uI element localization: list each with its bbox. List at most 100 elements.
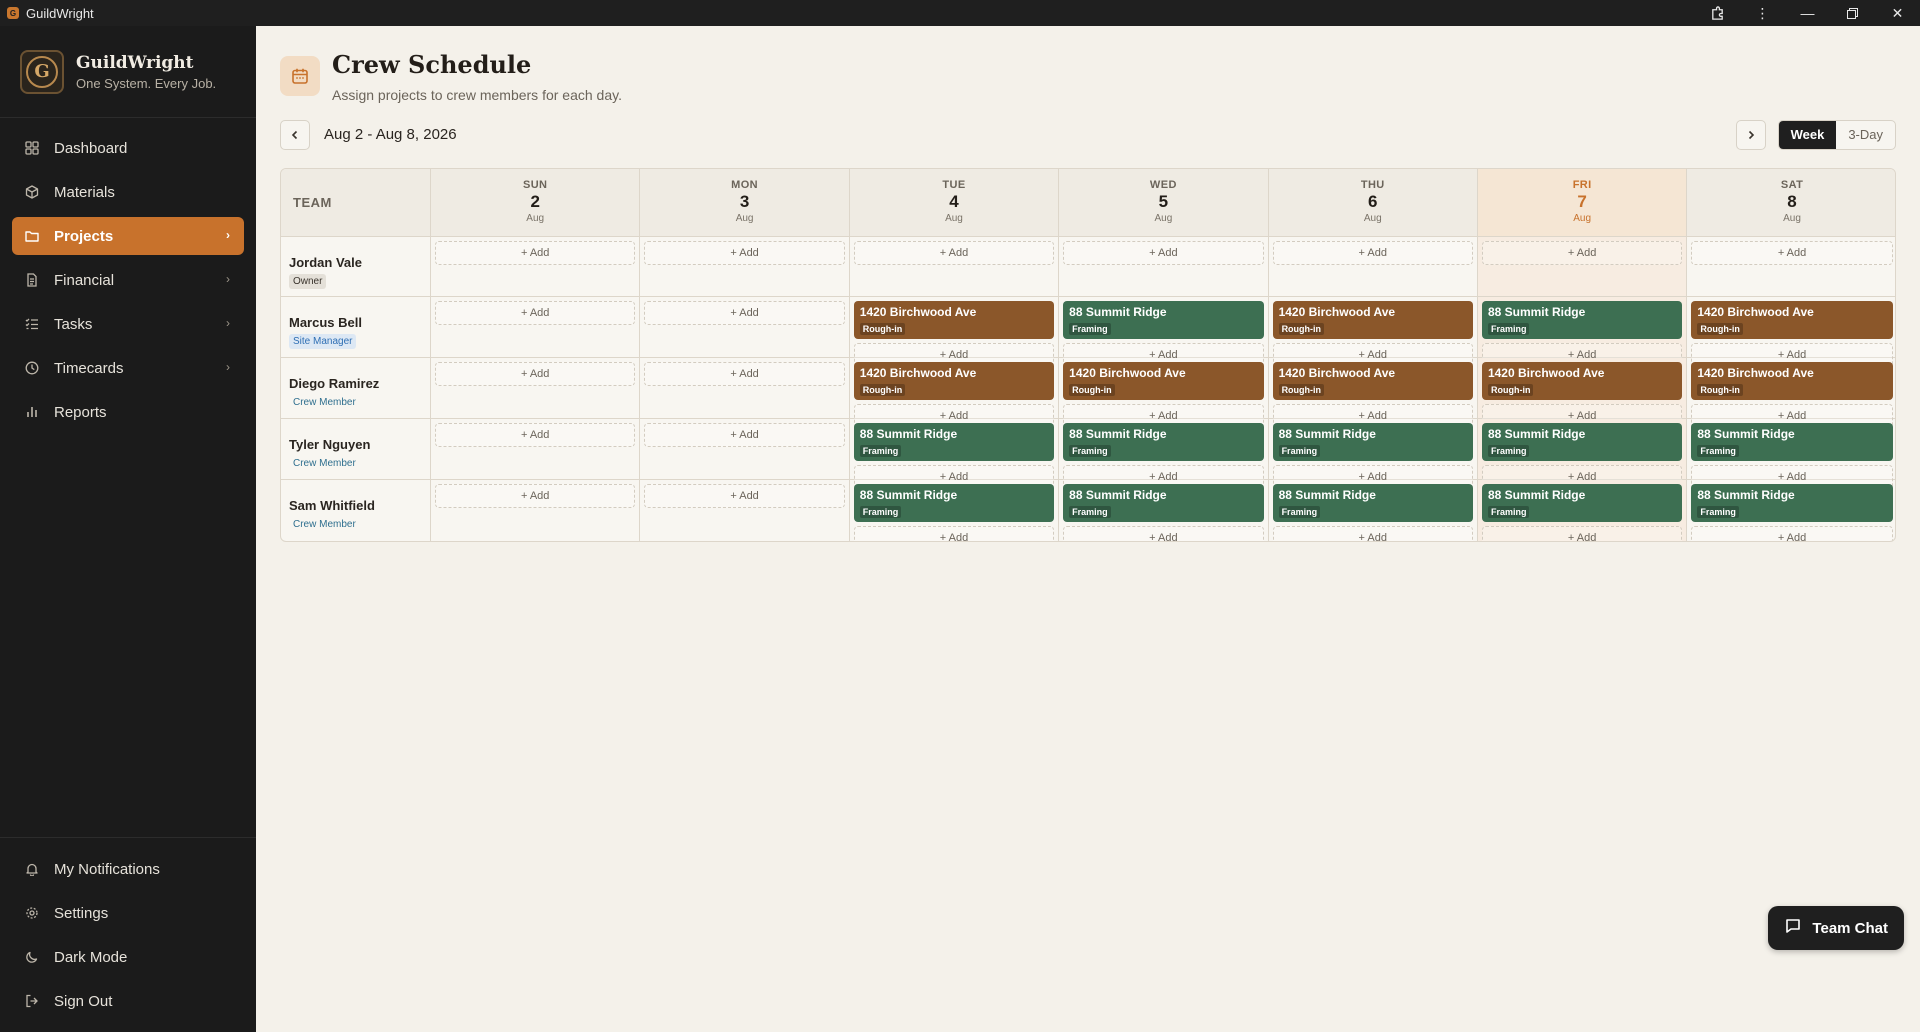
schedule-cell: 1420 Birchwood Ave Rough-in + Add	[850, 358, 1060, 428]
assignment-phase: Framing	[1069, 445, 1111, 457]
sidebar-item-dark-mode[interactable]: Dark Mode	[12, 938, 244, 976]
add-assignment-button[interactable]: + Add	[435, 423, 636, 447]
sidebar-item-label: Reports	[54, 403, 107, 421]
sidebar-item-dashboard[interactable]: Dashboard	[12, 129, 244, 167]
day-header-wed: WED 5 Aug	[1059, 169, 1269, 236]
assignment-card[interactable]: 88 Summit Ridge Framing	[1272, 484, 1473, 522]
assignment-phase: Framing	[859, 506, 902, 518]
add-assignment-button[interactable]: + Add	[644, 362, 845, 386]
add-assignment-button[interactable]: + Add	[435, 362, 636, 386]
day-of-week: SUN	[522, 179, 548, 191]
assignment-card[interactable]: 1420 Birchwood Ave Rough-in	[1481, 362, 1683, 400]
add-assignment-button[interactable]: + Add	[1063, 526, 1264, 541]
add-assignment-button[interactable]: + Add	[435, 301, 636, 325]
role-badge: Crew Member	[293, 397, 356, 408]
add-assignment-button[interactable]: + Add	[1481, 526, 1683, 541]
three-day-view-button[interactable]: 3-Day	[1836, 121, 1895, 149]
assignment-card[interactable]: 88 Summit Ridge Framing	[1063, 484, 1264, 522]
add-assignment-button[interactable]: + Add	[435, 241, 636, 265]
brand-tagline: One System. Every Job.	[76, 75, 217, 91]
assignment-project: 88 Summit Ridge	[1069, 488, 1167, 502]
add-assignment-button[interactable]: + Add	[1691, 241, 1893, 265]
gear-icon	[24, 905, 40, 921]
week-view-button[interactable]: Week	[1778, 121, 1837, 149]
assignment-project: 88 Summit Ridge	[1697, 427, 1795, 441]
sidebar-item-my-notifications[interactable]: My Notifications	[12, 850, 244, 888]
sidebar-item-financial[interactable]: Financial ›	[12, 261, 244, 299]
assignment-phase: Rough-in	[1069, 384, 1115, 396]
assignment-project: 88 Summit Ridge	[859, 488, 958, 502]
chevron-right-icon: ›	[226, 228, 230, 242]
role-badge: Crew Member	[293, 519, 356, 530]
schedule-cell: + Add	[1059, 237, 1269, 296]
add-assignment-button[interactable]: + Add	[1272, 241, 1473, 265]
assignment-card[interactable]: 1420 Birchwood Ave Rough-in	[1063, 362, 1264, 400]
add-assignment-button[interactable]: + Add	[644, 301, 845, 325]
assignment-card[interactable]: 88 Summit Ridge Framing	[853, 484, 1055, 522]
sidebar-item-projects[interactable]: Projects ›	[12, 217, 244, 255]
day-number: 8	[1787, 192, 1797, 211]
day-of-week: SAT	[1780, 179, 1804, 191]
assignment-card[interactable]: 88 Summit Ridge Framing	[1691, 484, 1893, 522]
grid-icon	[24, 140, 40, 156]
maximize-button[interactable]	[1830, 0, 1875, 26]
schedule-cell: + Add	[640, 237, 850, 296]
day-of-week: THU	[1360, 179, 1385, 191]
assignment-card[interactable]: 1420 Birchwood Ave Rough-in	[853, 301, 1055, 339]
schedule-cell: 88 Summit Ridge Framing + Add	[1687, 480, 1895, 541]
sidebar-item-reports[interactable]: Reports	[12, 393, 244, 431]
chevron-right-icon: ›	[226, 316, 230, 330]
more-options-icon[interactable]: ⋮	[1740, 0, 1785, 26]
chat-icon	[1784, 917, 1802, 939]
schedule-grid: TEAM SUN 2 Aug MON 3 Aug TUE 4 Aug WED 5 Aug THU 6 Aug…	[280, 168, 1896, 542]
add-assignment-button[interactable]: + Add	[1691, 526, 1893, 541]
day-month: Aug	[1363, 213, 1382, 224]
assignment-card[interactable]: 1420 Birchwood Ave Rough-in	[1272, 362, 1473, 400]
sidebar-item-sign-out[interactable]: Sign Out	[12, 982, 244, 1020]
assignment-card[interactable]: 88 Summit Ridge Framing	[1481, 423, 1683, 461]
assignment-card[interactable]: 88 Summit Ridge Framing	[1691, 423, 1893, 461]
assignment-card[interactable]: 88 Summit Ridge Framing	[1481, 301, 1683, 339]
assignment-phase: Rough-in	[1278, 323, 1325, 335]
member-row: Diego Ramirez Crew Member + Add + Add 1420 B…	[281, 358, 1895, 428]
assignment-phase: Framing	[1697, 506, 1739, 518]
assignment-phase: Framing	[1278, 506, 1321, 518]
day-of-week: FRI	[1572, 179, 1592, 191]
schedule-cell: 1420 Birchwood Ave Rough-in + Add	[1687, 297, 1895, 367]
assignment-card[interactable]: 1420 Birchwood Ave Rough-in	[1691, 301, 1893, 339]
assignment-card[interactable]: 1420 Birchwood Ave Rough-in	[1691, 362, 1893, 400]
add-assignment-button[interactable]: + Add	[435, 484, 636, 508]
next-week-button[interactable]	[1736, 120, 1766, 150]
assignment-card[interactable]: 1420 Birchwood Ave Rough-in	[853, 362, 1055, 400]
clock-icon	[24, 360, 40, 376]
member-cell: Tyler Nguyen Crew Member	[281, 419, 431, 479]
day-month: Aug	[735, 213, 754, 224]
assignment-card[interactable]: 1420 Birchwood Ave Rough-in	[1272, 301, 1473, 339]
team-chat-button[interactable]: Team Chat	[1768, 906, 1904, 950]
assignment-card[interactable]: 88 Summit Ridge Framing	[1063, 423, 1264, 461]
sidebar-item-settings[interactable]: Settings	[12, 894, 244, 932]
add-assignment-button[interactable]: + Add	[1272, 526, 1473, 541]
assignment-card[interactable]: 88 Summit Ridge Framing	[853, 423, 1055, 461]
assignment-card[interactable]: 88 Summit Ridge Framing	[1063, 301, 1264, 339]
assignment-phase: Rough-in	[1697, 323, 1743, 335]
sidebar-item-label: Financial	[54, 271, 115, 289]
sidebar-item-tasks[interactable]: Tasks ›	[12, 305, 244, 343]
day-number: 3	[739, 192, 750, 211]
sidebar-item-materials[interactable]: Materials	[12, 173, 244, 211]
add-assignment-button[interactable]: + Add	[853, 241, 1055, 265]
assignment-card[interactable]: 88 Summit Ridge Framing	[1272, 423, 1473, 461]
assignment-card[interactable]: 88 Summit Ridge Framing	[1481, 484, 1683, 522]
prev-week-button[interactable]	[280, 120, 310, 150]
add-assignment-button[interactable]: + Add	[1063, 241, 1264, 265]
extensions-icon[interactable]	[1695, 0, 1740, 26]
close-button[interactable]: ✕	[1875, 0, 1920, 26]
member-row: Sam Whitfield Crew Member + Add + Add 88 Sum…	[281, 480, 1895, 541]
add-assignment-button[interactable]: + Add	[644, 423, 845, 447]
minimize-button[interactable]: —	[1785, 0, 1830, 26]
add-assignment-button[interactable]: + Add	[1481, 241, 1683, 265]
add-assignment-button[interactable]: + Add	[644, 241, 845, 265]
sidebar-item-timecards[interactable]: Timecards ›	[12, 349, 244, 387]
add-assignment-button[interactable]: + Add	[644, 484, 845, 508]
add-assignment-button[interactable]: + Add	[853, 526, 1055, 541]
